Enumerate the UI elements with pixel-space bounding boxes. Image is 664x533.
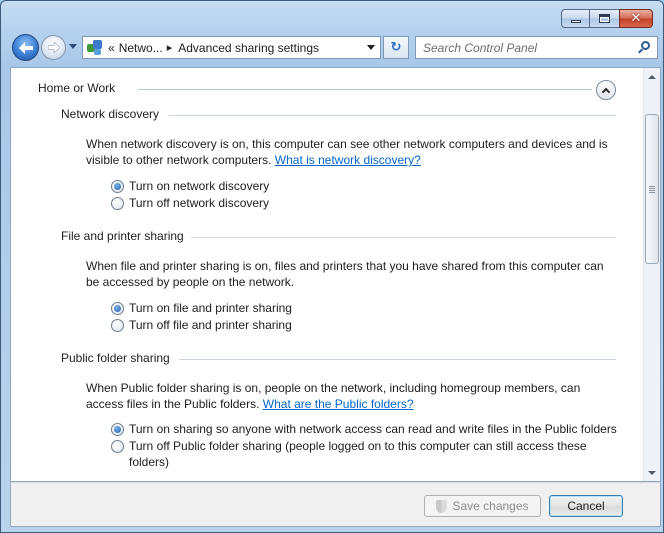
- control-panel-window: ✕ « Netwo... ▸ Advanced sharing settings…: [0, 0, 664, 533]
- refresh-button[interactable]: ↻: [383, 36, 409, 59]
- radio-button[interactable]: [111, 319, 124, 332]
- radio-button[interactable]: [111, 440, 124, 453]
- save-changes-button[interactable]: Save changes: [424, 495, 541, 517]
- radio-button-checked[interactable]: [111, 302, 124, 315]
- scrollbar-thumb[interactable]: [645, 114, 659, 264]
- grip-icon: [649, 186, 655, 193]
- scroll-down-icon: [648, 470, 656, 475]
- vertical-scrollbar[interactable]: [643, 68, 660, 481]
- minimize-icon: [570, 20, 581, 23]
- network-discovery-help-link[interactable]: What is network discovery?: [275, 153, 421, 167]
- network-icon: [86, 39, 104, 57]
- back-arrow-icon: [18, 41, 33, 54]
- maximize-button[interactable]: [589, 9, 619, 28]
- forward-button[interactable]: [41, 35, 66, 60]
- caption-buttons: ✕: [561, 9, 653, 28]
- radio-button[interactable]: [111, 197, 124, 210]
- address-dropdown[interactable]: [367, 45, 375, 50]
- recent-pages-dropdown[interactable]: [69, 44, 77, 49]
- chevron-up-icon: [601, 87, 611, 96]
- breadcrumb-advanced-sharing[interactable]: Advanced sharing settings: [178, 41, 319, 55]
- minimize-button[interactable]: [561, 9, 589, 28]
- back-button[interactable]: [12, 34, 39, 61]
- uac-shield-icon: [436, 499, 448, 513]
- section-title-network-discovery: Network discovery: [61, 107, 160, 121]
- forward-arrow-icon: [47, 42, 60, 53]
- search-input[interactable]: [416, 37, 626, 58]
- footer-bar: Save changes Cancel: [10, 482, 661, 527]
- scroll-up-icon: [648, 74, 656, 79]
- collapse-profile-button[interactable]: [596, 80, 616, 100]
- radio-public-folder-on[interactable]: Turn on sharing so anyone with network a…: [111, 421, 617, 437]
- maximize-icon: [599, 14, 610, 23]
- breadcrumb-separator[interactable]: ▸: [167, 41, 173, 54]
- section-title-file-printer-sharing: File and printer sharing: [61, 229, 184, 243]
- scroll-up-button[interactable]: [644, 68, 660, 85]
- section-divider: [169, 115, 616, 116]
- breadcrumb-network[interactable]: Netwo...: [119, 41, 163, 55]
- section-divider: [179, 359, 616, 360]
- refresh-icon: ↻: [390, 40, 402, 55]
- radio-network-discovery-on[interactable]: Turn on network discovery: [111, 178, 269, 194]
- close-button[interactable]: ✕: [619, 9, 653, 28]
- profile-divider: [138, 89, 592, 90]
- network-discovery-description: When network discovery is on, this compu…: [86, 137, 608, 167]
- close-icon: ✕: [630, 11, 642, 26]
- search-box[interactable]: [415, 36, 658, 59]
- profile-title: Home or Work: [38, 81, 116, 95]
- breadcrumb-overflow[interactable]: «: [108, 41, 115, 55]
- radio-file-printer-on[interactable]: Turn on file and printer sharing: [111, 300, 292, 316]
- settings-content: Home or Work Network discovery When netw…: [10, 67, 661, 482]
- radio-file-printer-off[interactable]: Turn off file and printer sharing: [111, 317, 292, 333]
- file-printer-description: When file and printer sharing is on, fil…: [86, 259, 604, 289]
- radio-network-discovery-off[interactable]: Turn off network discovery: [111, 195, 269, 211]
- public-folders-help-link[interactable]: What are the Public folders?: [263, 397, 414, 411]
- scroll-down-button[interactable]: [644, 464, 660, 481]
- address-bar[interactable]: « Netwo... ▸ Advanced sharing settings: [82, 36, 381, 59]
- radio-button-checked[interactable]: [111, 180, 124, 193]
- section-title-public-folder-sharing: Public folder sharing: [61, 351, 170, 365]
- public-folder-description: When Public folder sharing is on, people…: [86, 381, 581, 411]
- radio-public-folder-off[interactable]: Turn off Public folder sharing (people l…: [111, 438, 587, 470]
- search-icon[interactable]: [641, 41, 650, 50]
- cancel-button[interactable]: Cancel: [549, 495, 623, 517]
- radio-button-checked[interactable]: [111, 423, 124, 436]
- section-divider: [191, 237, 616, 238]
